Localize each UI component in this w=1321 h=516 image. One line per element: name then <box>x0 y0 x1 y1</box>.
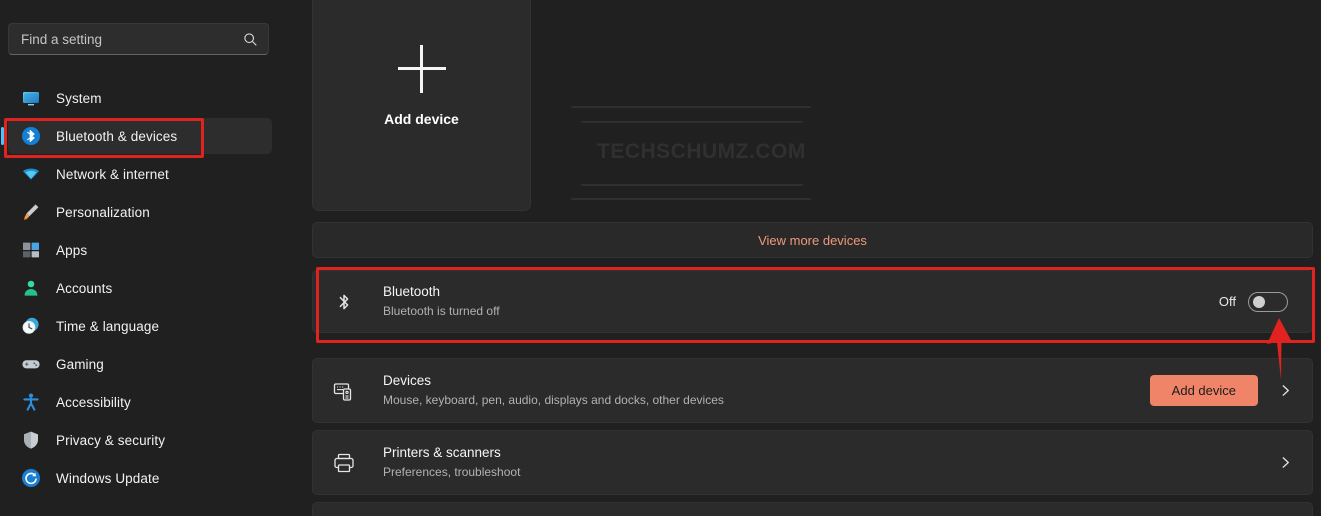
clock-icon <box>20 315 42 337</box>
bluetooth-row-title: Bluetooth <box>383 283 441 299</box>
accessibility-icon <box>20 391 42 413</box>
wifi-icon <box>20 163 42 185</box>
printers-scanners-row[interactable]: Printers & scanners Preferences, trouble… <box>312 430 1313 495</box>
next-row-partial[interactable] <box>312 502 1313 516</box>
sidebar-item-system[interactable]: System <box>8 80 272 116</box>
search-input[interactable] <box>9 31 236 47</box>
sidebar-item-label: System <box>56 90 102 106</box>
watermark-line <box>581 121 803 123</box>
watermark-text: TECHSCHUMZ.COM <box>597 140 806 163</box>
devices-row-text: Devices Mouse, keyboard, pen, audio, dis… <box>383 373 1150 408</box>
sidebar-item-time-language[interactable]: Time & language <box>8 308 272 344</box>
paintbrush-icon <box>20 201 42 223</box>
printers-row-text: Printers & scanners Preferences, trouble… <box>383 445 1272 480</box>
toggle-knob <box>1253 295 1265 308</box>
sidebar-item-gaming[interactable]: Gaming <box>8 346 272 382</box>
printers-row-subtitle: Preferences, troubleshoot <box>383 464 521 479</box>
plus-icon <box>397 44 446 93</box>
sidebar-item-apps[interactable]: Apps <box>8 232 272 268</box>
bluetooth-icon <box>331 289 357 315</box>
watermark-line <box>571 106 811 108</box>
chevron-right-icon[interactable] <box>1272 384 1298 397</box>
sidebar-item-label: Time & language <box>56 318 160 334</box>
update-refresh-icon <box>20 467 42 489</box>
add-device-tile[interactable]: Add device <box>312 0 531 211</box>
bluetooth-row-subtitle: Bluetooth is turned off <box>383 303 500 318</box>
sidebar-item-label: Accounts <box>56 280 113 296</box>
monitor-icon <box>20 87 42 109</box>
bluetooth-toggle-switch[interactable] <box>1248 291 1288 312</box>
sidebar-item-accounts[interactable]: Accounts <box>8 270 272 306</box>
main-content: Add device TECHSCHUMZ.COM View more devi… <box>300 0 1321 516</box>
bluetooth-icon <box>20 125 42 147</box>
watermark-line <box>581 184 803 186</box>
chevron-right-icon[interactable] <box>1272 456 1298 469</box>
sidebar-item-label: Windows Update <box>56 470 160 486</box>
sidebar-nav: System Bluetooth & devices Network & int… <box>0 78 300 498</box>
sidebar-item-accessibility[interactable]: Accessibility <box>8 384 272 420</box>
sidebar-item-label: Network & internet <box>56 166 169 182</box>
gamepad-icon <box>20 353 42 375</box>
apps-grid-icon <box>20 239 42 261</box>
sidebar-item-label: Apps <box>56 242 88 258</box>
printers-row-title: Printers & scanners <box>383 444 501 460</box>
bluetooth-row[interactable]: Bluetooth Bluetooth is turned off Off <box>312 270 1313 333</box>
add-device-button[interactable]: Add device <box>1149 375 1258 406</box>
sidebar-item-label: Accessibility <box>56 394 131 410</box>
sidebar: System Bluetooth & devices <box>0 0 300 516</box>
view-more-devices-label: View more devices <box>758 232 867 248</box>
settings-window: System Bluetooth & devices <box>0 0 1321 516</box>
devices-row-title: Devices <box>383 372 432 388</box>
bluetooth-toggle-group[interactable]: Off <box>1218 291 1288 312</box>
view-more-devices-button[interactable]: View more devices <box>312 222 1313 258</box>
sidebar-item-label: Personalization <box>56 204 150 220</box>
watermark-line <box>571 198 811 200</box>
sidebar-item-personalization[interactable]: Personalization <box>8 194 272 230</box>
sidebar-item-bluetooth-devices[interactable]: Bluetooth & devices <box>1 118 272 154</box>
search-icon[interactable] <box>236 25 264 53</box>
devices-icon <box>331 378 357 404</box>
sidebar-item-privacy-security[interactable]: Privacy & security <box>8 422 272 458</box>
sidebar-item-network-internet[interactable]: Network & internet <box>8 156 272 192</box>
devices-row-subtitle: Mouse, keyboard, pen, audio, displays an… <box>383 392 724 407</box>
devices-strip: Add device TECHSCHUMZ.COM <box>312 0 1313 211</box>
sidebar-item-windows-update[interactable]: Windows Update <box>8 460 272 496</box>
watermark: TECHSCHUMZ.COM <box>555 96 855 211</box>
devices-row[interactable]: Devices Mouse, keyboard, pen, audio, dis… <box>312 358 1313 423</box>
sidebar-item-label: Bluetooth & devices <box>56 128 178 144</box>
bluetooth-row-text: Bluetooth Bluetooth is turned off <box>383 284 1219 319</box>
person-icon <box>20 277 42 299</box>
shield-icon <box>20 429 42 451</box>
bluetooth-toggle-state-label: Off <box>1218 294 1236 309</box>
printer-icon <box>331 450 357 476</box>
sidebar-item-label: Privacy & security <box>56 432 166 448</box>
sidebar-item-label: Gaming <box>56 356 104 372</box>
add-device-tile-label: Add device <box>384 110 459 127</box>
search-box[interactable] <box>8 23 269 55</box>
